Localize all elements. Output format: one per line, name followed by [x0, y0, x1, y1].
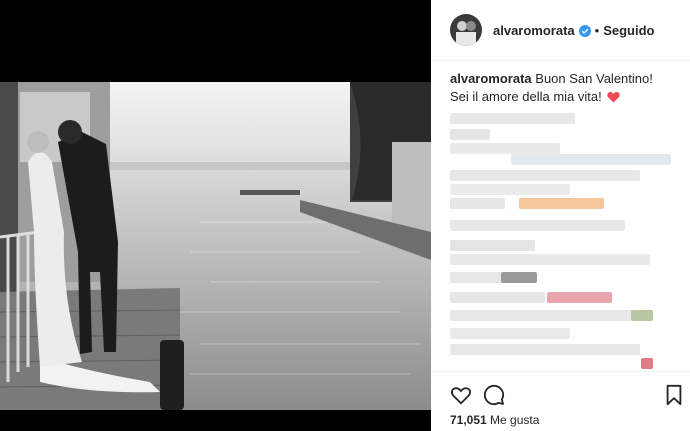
speech-bubble-icon[interactable] — [483, 384, 505, 406]
list-item — [450, 198, 505, 209]
post-media-pane — [0, 0, 431, 431]
bookmark-icon[interactable] — [663, 384, 685, 406]
red-heart-emoji — [607, 90, 620, 108]
avatar[interactable] — [450, 14, 482, 46]
post-caption: alvaromorata Buon San Valentino! Sei il … — [431, 61, 690, 108]
list-item — [547, 292, 612, 303]
list-item — [501, 272, 537, 283]
list-item — [450, 129, 490, 140]
list-item — [450, 292, 545, 303]
caption-username[interactable]: alvaromorata — [450, 71, 532, 86]
list-item — [511, 154, 671, 165]
list-item — [450, 328, 570, 339]
verified-badge-icon — [578, 24, 591, 37]
list-item — [450, 170, 640, 181]
post-photo[interactable] — [0, 82, 431, 410]
heart-outline-icon[interactable] — [450, 384, 472, 406]
list-item — [450, 344, 640, 355]
list-item — [450, 184, 570, 195]
likes-number: 71,051 — [450, 413, 487, 427]
list-item — [631, 310, 653, 321]
list-item — [450, 254, 650, 265]
list-item — [641, 358, 653, 369]
username-link[interactable]: alvaromorata — [493, 23, 575, 38]
list-item — [450, 220, 625, 231]
comments-list — [431, 110, 690, 370]
post-details-pane: alvaromorata • Seguido alvaromorata Buon… — [431, 0, 690, 431]
post-header: alvaromorata • Seguido — [431, 0, 690, 61]
list-item — [450, 310, 650, 321]
post-actions: 71,051 Me gusta — [431, 371, 690, 431]
likes-count[interactable]: 71,051 Me gusta — [450, 413, 539, 427]
likes-label: Me gusta — [490, 413, 540, 427]
list-item — [450, 113, 575, 124]
header-separator: • — [594, 22, 600, 38]
list-item — [450, 143, 560, 154]
following-button[interactable]: Seguido — [603, 23, 654, 38]
list-item — [450, 240, 535, 251]
list-item — [519, 198, 604, 209]
